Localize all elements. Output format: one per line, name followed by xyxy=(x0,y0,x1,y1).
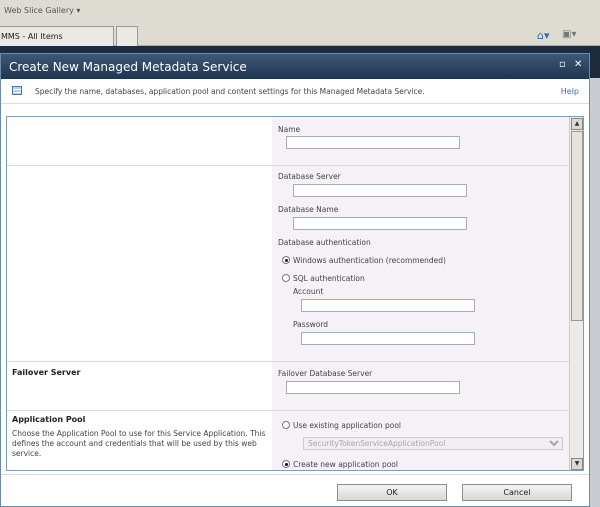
dialog-description: Specify the name, databases, application… xyxy=(35,87,425,96)
scroll-down-icon[interactable]: ▼ xyxy=(571,458,583,470)
app-pool-description: Choose the Application Pool to use for t… xyxy=(12,429,266,458)
background-page xyxy=(590,78,600,507)
cancel-button[interactable]: Cancel xyxy=(462,484,572,501)
failover-db-server-input[interactable] xyxy=(286,381,460,394)
database-server-input[interactable] xyxy=(293,184,467,197)
create-new-pool-radio[interactable] xyxy=(282,460,290,468)
scrollbar-thumb[interactable] xyxy=(571,131,583,321)
account-input[interactable] xyxy=(301,299,475,312)
use-existing-pool-label: Use existing application pool xyxy=(293,421,402,430)
browser-tab[interactable]: MMS - All Items xyxy=(0,26,114,46)
maximize-icon[interactable]: ▫ xyxy=(559,59,566,70)
password-input[interactable] xyxy=(301,332,475,345)
windows-auth-radio[interactable] xyxy=(282,256,290,264)
ok-button[interactable]: OK xyxy=(337,484,447,501)
sql-auth-label: SQL authentication xyxy=(293,274,365,283)
name-input[interactable] xyxy=(286,136,460,149)
divider xyxy=(7,361,569,362)
dialog-title-bar: Create New Managed Metadata Service ▫ ✕ xyxy=(1,54,589,79)
dialog-description-bar: Specify the name, databases, application… xyxy=(1,79,589,104)
divider xyxy=(7,410,569,411)
password-label: Password xyxy=(293,320,329,329)
existing-pool-select[interactable]: SecurityTokenServiceApplicationPool xyxy=(303,437,563,450)
dialog-title: Create New Managed Metadata Service xyxy=(9,60,247,74)
database-auth-label: Database authentication xyxy=(278,238,371,247)
web-slice-gallery-link[interactable]: Web Slice Gallery ▾ xyxy=(4,6,80,15)
failover-db-server-label: Failover Database Server xyxy=(278,369,373,378)
create-managed-metadata-dialog: Create New Managed Metadata Service ▫ ✕ … xyxy=(0,53,590,507)
database-server-label: Database Server xyxy=(278,172,341,181)
database-name-label: Database Name xyxy=(278,205,339,214)
failover-heading: Failover Server xyxy=(12,368,81,377)
help-link[interactable]: Help xyxy=(561,87,579,96)
create-new-pool-label: Create new application pool xyxy=(293,460,398,469)
favorites-bar: Web Slice Gallery ▾ xyxy=(0,0,600,24)
name-label: Name xyxy=(278,125,301,134)
divider xyxy=(7,165,569,166)
account-label: Account xyxy=(293,287,324,296)
database-name-input[interactable] xyxy=(293,217,467,230)
form-scroll-area: Name Database Server Database Name Datab… xyxy=(6,116,584,471)
new-tab-button[interactable] xyxy=(116,26,138,46)
close-icon[interactable]: ✕ xyxy=(574,59,582,70)
vertical-scrollbar[interactable]: ▲ ▼ xyxy=(569,117,583,470)
rss-feed-icon[interactable]: ▣▾ xyxy=(562,29,576,40)
app-pool-heading: Application Pool xyxy=(12,415,86,424)
use-existing-pool-radio[interactable] xyxy=(282,421,290,429)
scroll-up-icon[interactable]: ▲ xyxy=(571,118,583,130)
windows-auth-label: Windows authentication (recommended) xyxy=(293,256,446,265)
form-icon xyxy=(12,86,22,95)
sql-auth-radio[interactable] xyxy=(282,274,290,282)
home-icon[interactable]: ⌂▾ xyxy=(537,29,550,42)
browser-tab-bar: MMS - All Items ⌂▾ ▣▾ xyxy=(0,24,600,46)
footer-divider xyxy=(1,474,589,475)
